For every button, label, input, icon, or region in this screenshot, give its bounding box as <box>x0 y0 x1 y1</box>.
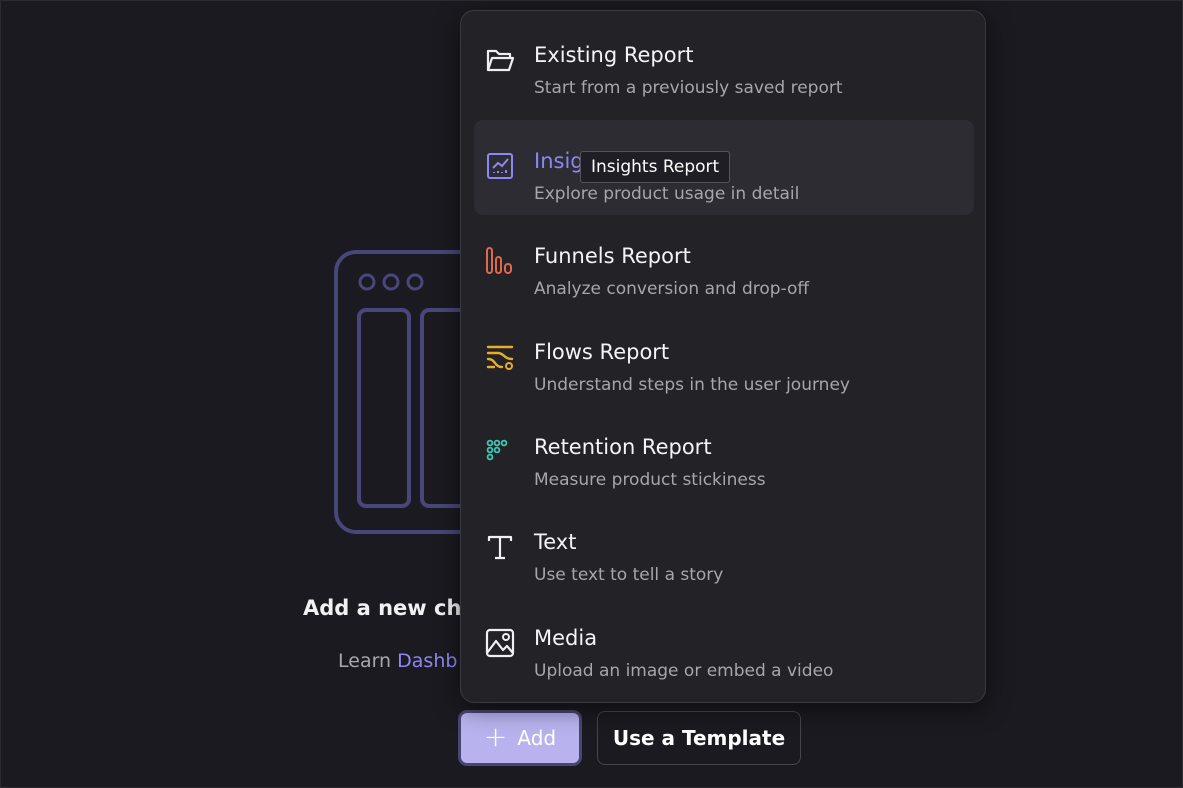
menu-item-retention-report[interactable]: Retention Report Measure product stickin… <box>474 406 974 501</box>
tooltip: Insights Report <box>580 151 731 183</box>
add-button[interactable]: + Add <box>458 710 582 766</box>
menu-item-title: Text <box>534 530 577 554</box>
learn-dashboards-link[interactable]: Dashb <box>397 650 457 672</box>
plus-icon: + <box>483 719 508 753</box>
menu-item-subtitle: Analyze conversion and drop-off <box>534 279 810 299</box>
menu-item-subtitle: Measure product stickiness <box>534 470 766 490</box>
menu-item-subtitle: Use text to tell a story <box>534 565 724 585</box>
text-t-icon <box>484 531 516 563</box>
menu-item-funnels-report[interactable]: Funnels Report Analyze conversion and dr… <box>474 215 974 310</box>
menu-item-title: Flows Report <box>534 340 670 364</box>
menu-item-subtitle: Understand steps in the user journey <box>534 375 850 395</box>
folder-open-icon <box>484 44 516 76</box>
menu-item-text[interactable]: Text Use text to tell a story <box>474 501 974 596</box>
image-media-icon <box>484 627 516 659</box>
insights-chart-icon <box>484 150 516 182</box>
dashboard-empty-illustration <box>334 250 464 534</box>
empty-state-title: Add a new ch <box>303 596 462 620</box>
funnel-bars-icon <box>484 245 516 277</box>
flows-icon <box>484 341 516 373</box>
menu-item-subtitle: Start from a previously saved report <box>534 78 843 98</box>
menu-item-title: Funnels Report <box>534 244 691 268</box>
menu-item-title: Retention Report <box>534 435 712 459</box>
menu-item-title: Media <box>534 626 598 650</box>
menu-item-existing-report[interactable]: Existing Report Start from a previously … <box>474 14 974 109</box>
use-template-button[interactable]: Use a Template <box>597 711 801 765</box>
add-menu: Existing Report Start from a previously … <box>460 10 986 703</box>
menu-item-media[interactable]: Media Upload an image or embed a video <box>474 597 974 692</box>
menu-item-subtitle: Explore product usage in detail <box>534 184 800 204</box>
menu-item-flows-report[interactable]: Flows Report Understand steps in the use… <box>474 311 974 406</box>
empty-state-learn: Learn Dashb <box>338 650 457 672</box>
learn-prefix: Learn <box>338 650 398 672</box>
add-button-label: Add <box>517 726 557 750</box>
use-template-label: Use a Template <box>612 726 786 750</box>
menu-item-subtitle: Upload an image or embed a video <box>534 661 834 681</box>
menu-item-title: Existing Report <box>534 43 694 67</box>
retention-dots-icon <box>484 436 516 468</box>
